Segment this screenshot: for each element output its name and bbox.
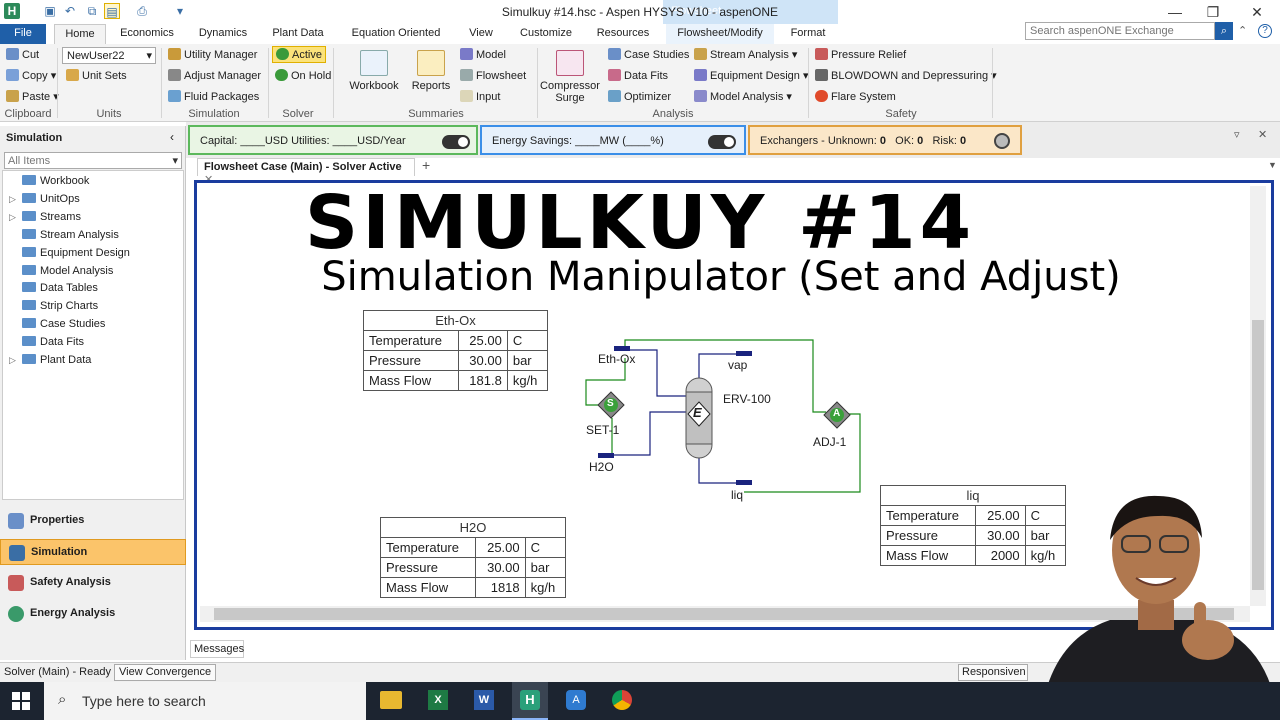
liq-stream-arrow — [736, 480, 752, 485]
windows-taskbar: ⌕ Type here to search X W H A — [0, 682, 1280, 720]
row-unit: bar — [506, 350, 549, 371]
view-convergence-button[interactable]: View Convergence — [114, 664, 217, 681]
table-row: Pressure 30.00 bar — [363, 350, 549, 371]
h2o-stream-arrow — [598, 453, 614, 458]
unit-label-adj-1[interactable]: ADJ-1 — [813, 435, 846, 449]
responsiveness-indicator[interactable]: Responsiven — [958, 664, 1028, 681]
stream-table-eth-ox[interactable]: Eth-Ox Temperature 25.00 C Pressure 30.00 ba… — [363, 310, 549, 391]
row-label: Mass Flow — [379, 577, 477, 598]
row-value: 25.00 — [475, 537, 526, 558]
row-value: 25.00 — [975, 505, 1026, 526]
hysys-icon: H — [520, 690, 540, 710]
table-row: Mass Flow 181.8 kg/h — [363, 370, 549, 391]
row-label: Pressure — [379, 557, 477, 578]
table-row: Temperature 25.00 C — [363, 330, 549, 351]
row-unit: kg/h — [524, 577, 567, 598]
table-title: Eth-Ox — [363, 310, 548, 331]
vap-stream-arrow — [736, 351, 752, 356]
chrome-icon[interactable] — [612, 690, 632, 710]
adj-glyph: A — [833, 408, 841, 419]
row-label: Temperature — [879, 505, 977, 526]
aspen-app-icon[interactable]: A — [566, 690, 586, 710]
unit-label-erv-100[interactable]: ERV-100 — [723, 392, 771, 406]
table-row: Mass Flow 1818 kg/h — [379, 577, 567, 598]
windows-start-icon[interactable] — [12, 692, 30, 710]
row-unit: kg/h — [506, 370, 549, 391]
excel-icon[interactable]: X — [428, 690, 448, 710]
reactor-glyph: E — [693, 405, 702, 420]
table-title: H2O — [380, 517, 566, 538]
table-row: Temperature 25.00 C — [379, 537, 567, 558]
adj-signal-line-bottom — [744, 413, 861, 493]
row-value: 2000 — [975, 545, 1026, 566]
row-label: Mass Flow — [879, 545, 977, 566]
row-unit: bar — [524, 557, 567, 578]
taskbar-search-box[interactable]: ⌕ Type here to search — [44, 682, 366, 720]
stream-label-h2o[interactable]: H2O — [589, 460, 614, 474]
row-unit: C — [506, 330, 549, 351]
row-unit: C — [524, 537, 567, 558]
stream-label-vap[interactable]: vap — [728, 358, 747, 372]
hysys-taskbar-button[interactable]: H — [512, 682, 548, 720]
table-row: Pressure 30.00 bar — [379, 557, 567, 578]
row-label: Mass Flow — [363, 370, 459, 391]
stream-label-liq[interactable]: liq — [731, 488, 743, 502]
row-label: Temperature — [363, 330, 459, 351]
set-glyph: S — [607, 398, 614, 409]
row-value: 181.8 — [457, 370, 508, 391]
messages-tab[interactable]: Messages — [190, 640, 244, 658]
stream-label-eth-ox[interactable]: Eth-Ox — [598, 352, 635, 366]
h2o-feed-line — [614, 411, 686, 456]
unit-label-set-1[interactable]: SET-1 — [586, 423, 619, 437]
search-icon: ⌕ — [58, 691, 67, 708]
solver-status: Solver (Main) - Ready — [4, 666, 111, 678]
row-value: 30.00 — [475, 557, 526, 578]
word-icon[interactable]: W — [474, 690, 494, 710]
file-explorer-icon[interactable] — [380, 691, 402, 709]
eth-ox-stream-arrow — [614, 346, 630, 351]
row-label: Pressure — [363, 350, 459, 371]
row-value: 30.00 — [457, 350, 508, 371]
eth-ox-feed-line — [630, 349, 686, 397]
row-label: Temperature — [379, 537, 477, 558]
liq-product-line — [698, 455, 740, 484]
row-value: 30.00 — [975, 525, 1026, 546]
row-value: 25.00 — [457, 330, 508, 351]
stream-table-h2o[interactable]: H2O Temperature 25.00 C Pressure 30.00 bar M… — [379, 517, 567, 598]
row-value: 1818 — [475, 577, 526, 598]
row-label: Pressure — [879, 525, 977, 546]
taskbar-search-placeholder: Type here to search — [82, 693, 206, 709]
